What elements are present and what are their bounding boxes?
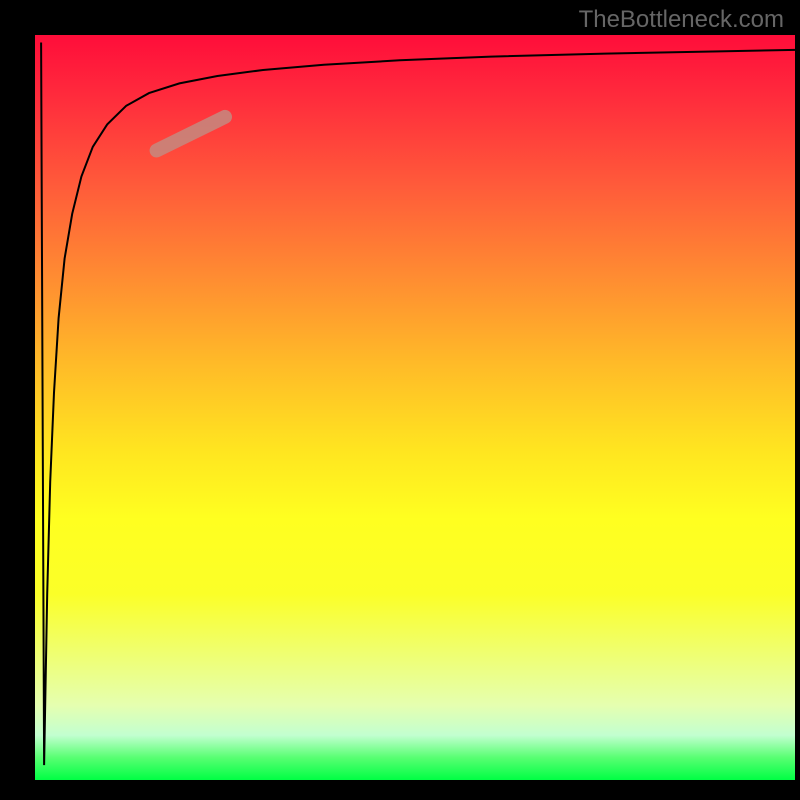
highlight-segment bbox=[157, 117, 225, 151]
chart-svg bbox=[35, 35, 795, 780]
watermark-text: TheBottleneck.com bbox=[579, 6, 784, 34]
left-border bbox=[0, 0, 35, 800]
bottom-border bbox=[0, 780, 800, 800]
right-border bbox=[795, 0, 800, 800]
